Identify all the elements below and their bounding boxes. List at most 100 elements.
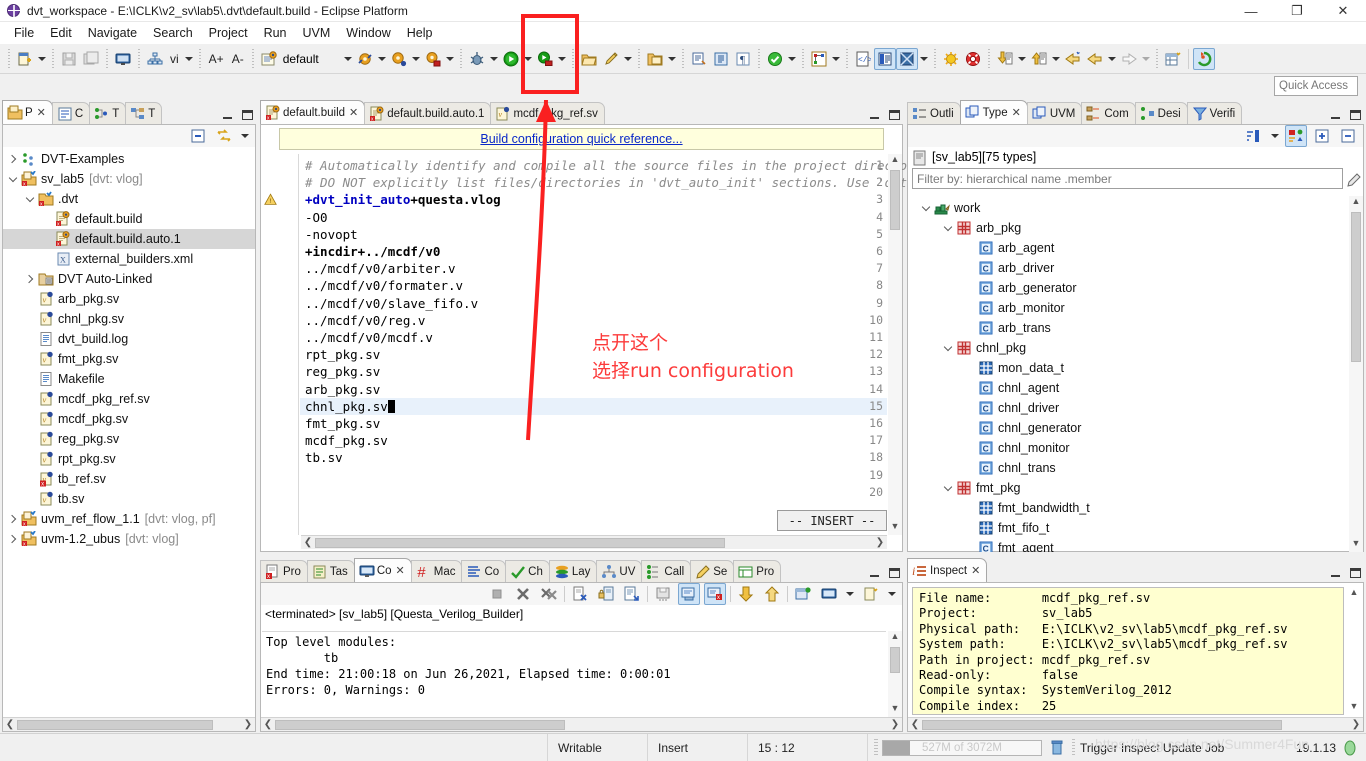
- tree-item-dvt-auto-linked[interactable]: DVT Auto-Linked: [3, 269, 255, 289]
- rebuild-icon[interactable]: [388, 48, 410, 70]
- menu-navigate[interactable]: Navigate: [80, 24, 145, 42]
- code-line[interactable]: -O0: [305, 210, 328, 225]
- filter-types-icon[interactable]: [1285, 125, 1307, 147]
- editor-tab-default-build-auto-1[interactable]: x default.build.auto.1: [364, 102, 492, 124]
- run-last-tool-icon[interactable]: [534, 48, 556, 70]
- scroll-left-icon[interactable]: ❮: [908, 719, 922, 730]
- tab-inspect[interactable]: i Inspect ✕: [907, 558, 988, 582]
- types-tree-item-fmt-fifo-t[interactable]: fmt_fifo_t: [908, 518, 1348, 538]
- editor-vscrollbar[interactable]: ▲ ▼: [888, 154, 902, 535]
- types-tree-item-chnl-generator[interactable]: Cchnl_generator: [908, 418, 1348, 438]
- types-tree-item-arb-generator[interactable]: Carb_generator: [908, 278, 1348, 298]
- tree-item-fmt-pkg-sv[interactable]: v fmt_pkg.sv: [3, 349, 255, 369]
- close-icon[interactable]: ✕: [349, 106, 358, 119]
- tab-uvm-hierarchy[interactable]: UV: [596, 560, 643, 582]
- types-tree-item-arb-agent[interactable]: Carb_agent: [908, 238, 1348, 258]
- twisty-down-icon[interactable]: [940, 220, 956, 236]
- stop-build-dropdown-icon[interactable]: [444, 48, 456, 70]
- maximize-view-icon[interactable]: [889, 110, 900, 120]
- types-tree-item-fmt-agent[interactable]: Cfmt_agent: [908, 538, 1348, 552]
- tree-item-dvt-build-log[interactable]: dvt_build.log: [3, 329, 255, 349]
- tree-item-makefile[interactable]: Makefile: [3, 369, 255, 389]
- sort-icon[interactable]: [1243, 125, 1265, 147]
- twisty-down-icon[interactable]: [5, 171, 21, 187]
- heap-grip[interactable]: [874, 738, 878, 757]
- code-line[interactable]: -novopt: [305, 227, 358, 242]
- tree-item-external-builders-xml[interactable]: Xexternal_builders.xml: [3, 249, 255, 269]
- tab-problems[interactable]: x Pro: [260, 560, 308, 582]
- scroll-right-icon[interactable]: ❯: [873, 537, 887, 548]
- inspect-vscrollbar[interactable]: ▲ ▼: [1347, 587, 1361, 715]
- pin-console-icon[interactable]: [678, 583, 700, 605]
- tree-item-tb-sv[interactable]: v tb.sv: [3, 489, 255, 509]
- code-line[interactable]: mcdf_pkg.sv: [305, 433, 388, 448]
- code-line[interactable]: arb_pkg.sv: [305, 382, 380, 397]
- save-console-icon[interactable]: [652, 583, 674, 605]
- outline-toggle-icon[interactable]: [873, 47, 896, 70]
- code-line[interactable]: rpt_pkg.sv: [305, 347, 380, 362]
- grid-highlight-dropdown-icon[interactable]: [918, 48, 930, 70]
- sun-highlight-icon[interactable]: [940, 48, 962, 70]
- tree-item-mcdf-pkg-sv[interactable]: v mcdf_pkg.sv: [3, 409, 255, 429]
- open-console-icon[interactable]: [818, 583, 840, 605]
- minimize-view-icon[interactable]: [869, 568, 880, 578]
- menu-window[interactable]: Window: [338, 24, 398, 42]
- code-line[interactable]: ../mcdf/v0/slave_fifo.v: [305, 296, 478, 311]
- code-line[interactable]: ../mcdf/v0/arbiter.v: [305, 261, 456, 276]
- license-status-icon[interactable]: [1342, 740, 1358, 756]
- scroll-up-icon[interactable]: ▲: [1347, 587, 1361, 601]
- maximize-view-icon[interactable]: [1350, 110, 1361, 120]
- scroll-right-icon[interactable]: ❯: [1349, 719, 1363, 730]
- heap-status[interactable]: 527M of 3072M: [868, 734, 1068, 761]
- step-into-dropdown-icon[interactable]: [1016, 48, 1028, 70]
- tab-call-hierarchy[interactable]: Call: [641, 560, 692, 582]
- menu-project[interactable]: Project: [201, 24, 256, 42]
- close-icon[interactable]: ✕: [396, 564, 405, 577]
- step-out-icon[interactable]: [1028, 48, 1050, 70]
- tab-components[interactable]: Com: [1081, 102, 1136, 124]
- tree-item-mcdf-pkg-ref-sv[interactable]: v mcdf_pkg_ref.sv: [3, 389, 255, 409]
- tab-search[interactable]: Se: [690, 560, 735, 582]
- build-config-tree-icon[interactable]: [144, 48, 166, 70]
- types-tree-item-chnl-pkg[interactable]: chnl_pkg: [908, 338, 1348, 358]
- code-lines[interactable]: 1 # Automatically identify and compile al…: [261, 154, 915, 535]
- project-tree-hscrollbar[interactable]: ❮ ❯: [3, 717, 255, 731]
- types-tree-item-chnl-agent[interactable]: Cchnl_agent: [908, 378, 1348, 398]
- tree-item-sv-lab5[interactable]: x sv_lab5 [dvt: vlog]: [3, 169, 255, 189]
- close-icon[interactable]: ✕: [1012, 106, 1021, 119]
- lifesaver-icon[interactable]: [962, 48, 984, 70]
- tab-compile-order[interactable]: C: [51, 102, 91, 124]
- collapse-all-icon[interactable]: [1337, 125, 1359, 147]
- tree-item-arb-pkg-sv[interactable]: v arb_pkg.sv: [3, 289, 255, 309]
- build-quick-reference-link[interactable]: Build configuration quick reference...: [480, 132, 682, 146]
- types-filter-input[interactable]: Filter by: hierarchical name .member: [912, 168, 1343, 189]
- vscroll-thumb[interactable]: [1351, 212, 1361, 362]
- tree-item-rpt-pkg-sv[interactable]: v rpt_pkg.sv: [3, 449, 255, 469]
- new-wizard-icon[interactable]: [14, 48, 36, 70]
- show-whitespace-icon[interactable]: [710, 48, 732, 70]
- menu-run[interactable]: Run: [256, 24, 295, 42]
- editor-tab-mcdf-pkg-ref[interactable]: v mcdf_pkg_ref.sv: [490, 102, 605, 124]
- tab-macros[interactable]: # Mac: [410, 560, 463, 582]
- remove-all-launches-icon[interactable]: [538, 583, 560, 605]
- close-icon[interactable]: ✕: [971, 564, 980, 577]
- minimize-view-icon[interactable]: [1330, 110, 1341, 120]
- scroll-lock-icon[interactable]: [595, 583, 617, 605]
- types-tree-item-arb-monitor[interactable]: Carb_monitor: [908, 298, 1348, 318]
- code-line[interactable]: fmt_pkg.sv: [305, 416, 380, 431]
- code-line[interactable]: ../mcdf/v0/formater.v: [305, 278, 463, 293]
- compile-dropdown-icon[interactable]: [376, 48, 388, 70]
- types-tree-item-arb-pkg[interactable]: arb_pkg: [908, 218, 1348, 238]
- code-editor[interactable]: 1 # Automatically identify and compile al…: [261, 154, 915, 535]
- tree-item-reg-pkg-sv[interactable]: v reg_pkg.sv: [3, 429, 255, 449]
- maximize-view-icon[interactable]: [1350, 568, 1361, 578]
- console-view-menu-icon[interactable]: [860, 583, 882, 605]
- quick-access-field[interactable]: Quick Access: [1274, 76, 1358, 96]
- types-tree-item-arb-driver[interactable]: Carb_driver: [908, 258, 1348, 278]
- font-increase-button[interactable]: A+: [205, 52, 228, 66]
- source-code-icon[interactable]: </>: [852, 48, 874, 70]
- open-type-icon[interactable]: [644, 48, 666, 70]
- project-tree[interactable]: DVT-Examples x sv_lab5 [dvt: vlog] x .dvt x def…: [3, 147, 255, 717]
- code-line[interactable]: ../mcdf/v0/mcdf.v: [305, 330, 433, 345]
- vscroll-thumb[interactable]: [890, 647, 900, 673]
